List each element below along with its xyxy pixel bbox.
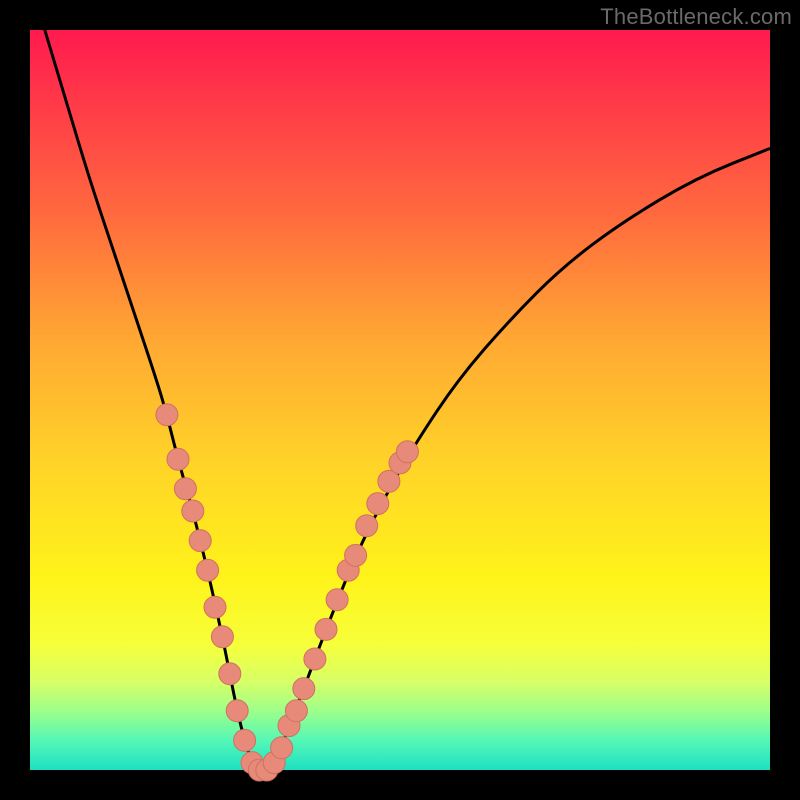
data-marker — [197, 559, 219, 581]
marker-layer — [156, 404, 419, 781]
data-marker — [293, 678, 315, 700]
data-marker — [219, 663, 241, 685]
data-marker — [396, 441, 418, 463]
data-marker — [356, 515, 378, 537]
data-marker — [226, 700, 248, 722]
data-marker — [189, 530, 211, 552]
data-marker — [326, 589, 348, 611]
bottleneck-curve — [45, 30, 770, 770]
data-marker — [315, 618, 337, 640]
data-marker — [285, 700, 307, 722]
data-marker — [204, 596, 226, 618]
data-marker — [367, 493, 389, 515]
data-marker — [174, 478, 196, 500]
data-marker — [271, 737, 293, 759]
data-marker — [182, 500, 204, 522]
data-marker — [234, 729, 256, 751]
data-marker — [156, 404, 178, 426]
data-marker — [345, 544, 367, 566]
bottleneck-plot — [0, 0, 800, 800]
data-marker — [304, 648, 326, 670]
data-marker — [211, 626, 233, 648]
data-marker — [167, 448, 189, 470]
